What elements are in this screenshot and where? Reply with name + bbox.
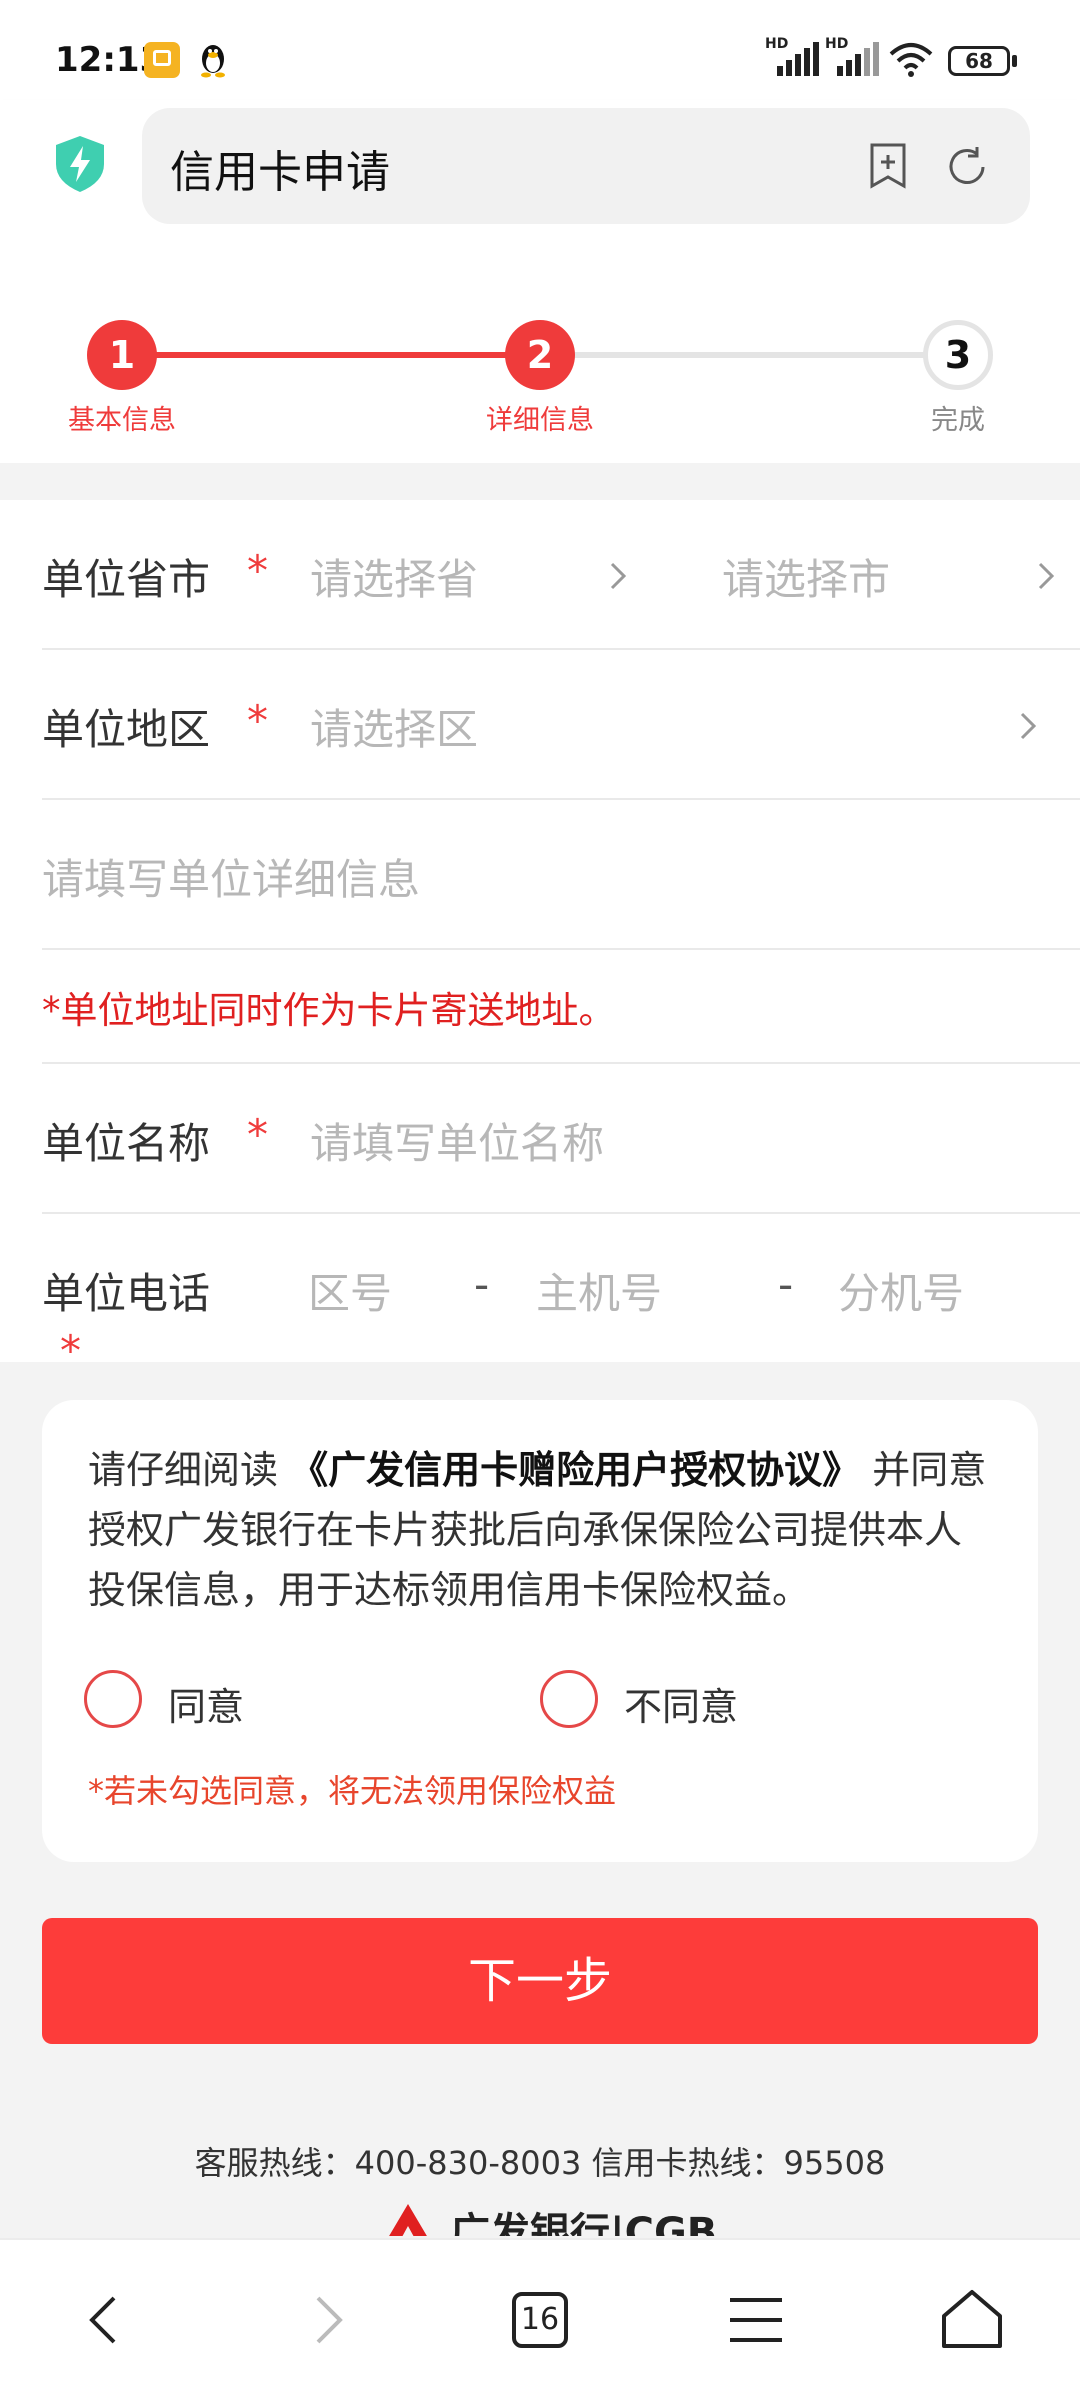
brand-name: 广发银行|CGB bbox=[450, 2210, 718, 2236]
step-3-label: 完成 bbox=[931, 405, 985, 436]
main-number-input[interactable]: 主机号 bbox=[536, 1244, 756, 1334]
battery-icon: 68 bbox=[948, 46, 1018, 78]
forward-icon[interactable] bbox=[286, 2280, 366, 2360]
chevron-right-icon bbox=[610, 562, 627, 590]
brand-logo: 广发银行|CGB bbox=[380, 2196, 740, 2236]
province-city-label: 单位省市 bbox=[42, 555, 211, 604]
province-select[interactable]: 请选择省 bbox=[310, 530, 640, 620]
consent-text-prefix: 请仔细阅读 bbox=[88, 1448, 291, 1492]
home-icon[interactable] bbox=[932, 2280, 1012, 2360]
refresh-icon[interactable] bbox=[944, 144, 990, 190]
province-placeholder: 请选择省 bbox=[310, 555, 479, 604]
detail-address-row: 请填写单位详细信息 bbox=[42, 800, 1080, 950]
hotline-text: 客服热线：400-830-8003 信用卡热线：95508 bbox=[194, 2144, 886, 2182]
address-note-row: *单位地址同时作为卡片寄送地址。 bbox=[42, 950, 1080, 1064]
phone-separator: - bbox=[778, 1260, 794, 1309]
agree-radio[interactable] bbox=[84, 1670, 142, 1728]
tabs-icon[interactable]: 16 bbox=[500, 2280, 580, 2360]
detail-form: 单位省市 * 请选择省 请选择市 单位地区 * 请选择区 请填写单位详细信息 *… bbox=[0, 500, 1080, 1375]
hd-label: HD bbox=[825, 36, 849, 52]
area-code-input[interactable]: 区号 bbox=[308, 1244, 468, 1334]
step-1-circle: 1 bbox=[87, 320, 157, 390]
detail-address-placeholder: 请填写单位详细信息 bbox=[42, 855, 421, 904]
signal-icon: HD bbox=[825, 36, 885, 80]
qq-penguin-icon bbox=[195, 42, 231, 78]
phone-separator: - bbox=[474, 1260, 490, 1309]
step-line-pending bbox=[540, 352, 960, 358]
bookmark-add-icon[interactable] bbox=[866, 142, 910, 190]
district-label: 单位地区 bbox=[42, 705, 211, 754]
shield-bolt-icon[interactable] bbox=[52, 134, 108, 194]
step-1-label: 基本信息 bbox=[68, 405, 176, 436]
page-title: 信用卡申请 bbox=[170, 147, 390, 198]
company-name-label: 单位名称 bbox=[42, 1119, 211, 1168]
chevron-right-icon bbox=[1020, 712, 1037, 740]
wifi-icon bbox=[888, 42, 934, 78]
district-placeholder: 请选择区 bbox=[310, 705, 479, 754]
progress-stepper: 1 2 3 基本信息 详细信息 完成 bbox=[0, 248, 1080, 463]
agreement-link[interactable]: 《广发信用卡赠险用户授权协议》 bbox=[290, 1448, 860, 1492]
consent-text: 请仔细阅读 《广发信用卡赠险用户授权协议》 并同意授权广发银行在卡片获批后向承保… bbox=[88, 1440, 998, 1620]
agree-label: 同意 bbox=[168, 1685, 245, 1729]
browser-bottom-nav: 16 bbox=[0, 2238, 1080, 2400]
cgb-logo-icon bbox=[389, 2204, 427, 2236]
agree-option[interactable]: 同意 bbox=[84, 1666, 384, 1736]
browser-address-bar: 信用卡申请 bbox=[0, 100, 1080, 248]
disagree-label: 不同意 bbox=[624, 1685, 739, 1729]
chevron-right-icon bbox=[1038, 562, 1055, 590]
company-phone-label: 单位电话 bbox=[42, 1269, 211, 1318]
district-row[interactable]: 单位地区 * 请选择区 bbox=[42, 650, 1080, 800]
step-3-circle: 3 bbox=[923, 320, 993, 390]
extension-input[interactable]: 分机号 bbox=[838, 1244, 1038, 1334]
city-placeholder: 请选择市 bbox=[722, 555, 891, 604]
city-select[interactable]: 请选择市 bbox=[722, 530, 1072, 620]
area-code-placeholder: 区号 bbox=[308, 1269, 393, 1318]
required-mark: * bbox=[247, 1110, 268, 1159]
company-phone-row: 单位电话 * 区号 - 主机号 - 分机号 bbox=[42, 1214, 1080, 1375]
required-mark: * bbox=[247, 696, 268, 745]
notification-icon bbox=[144, 42, 180, 78]
status-bar: 12:13 HD HD 68 bbox=[0, 0, 1080, 100]
battery-level: 68 bbox=[948, 46, 1010, 76]
back-icon[interactable] bbox=[66, 2280, 146, 2360]
disagree-radio[interactable] bbox=[540, 1670, 598, 1728]
next-step-button[interactable]: 下一步 bbox=[42, 1918, 1038, 2044]
menu-icon[interactable] bbox=[716, 2280, 796, 2360]
address-note: *单位地址同时作为卡片寄送地址。 bbox=[42, 989, 616, 1032]
tab-count: 16 bbox=[512, 2292, 568, 2348]
company-name-placeholder: 请填写单位名称 bbox=[310, 1119, 605, 1168]
extension-placeholder: 分机号 bbox=[838, 1269, 965, 1318]
company-name-input[interactable]: 请填写单位名称 bbox=[310, 1084, 1030, 1194]
signal-icon: HD bbox=[765, 36, 825, 80]
disagree-option[interactable]: 不同意 bbox=[540, 1666, 840, 1736]
company-name-row: 单位名称 * 请填写单位名称 bbox=[42, 1064, 1080, 1214]
step-line-done bbox=[122, 352, 542, 358]
consent-warning: *若未勾选同意，将无法领用保险权益 bbox=[88, 1772, 617, 1810]
required-mark: * bbox=[60, 1326, 81, 1375]
step-2-label: 详细信息 bbox=[486, 405, 594, 436]
consent-card: 请仔细阅读 《广发信用卡赠险用户授权协议》 并同意授权广发银行在卡片获批后向承保… bbox=[42, 1400, 1038, 1862]
province-city-row: 单位省市 * 请选择省 请选择市 bbox=[42, 500, 1080, 650]
required-mark: * bbox=[247, 546, 268, 595]
detail-address-input[interactable]: 请填写单位详细信息 bbox=[42, 820, 1032, 930]
hd-label: HD bbox=[765, 36, 789, 52]
step-2-circle: 2 bbox=[505, 320, 575, 390]
main-number-placeholder: 主机号 bbox=[536, 1269, 663, 1318]
